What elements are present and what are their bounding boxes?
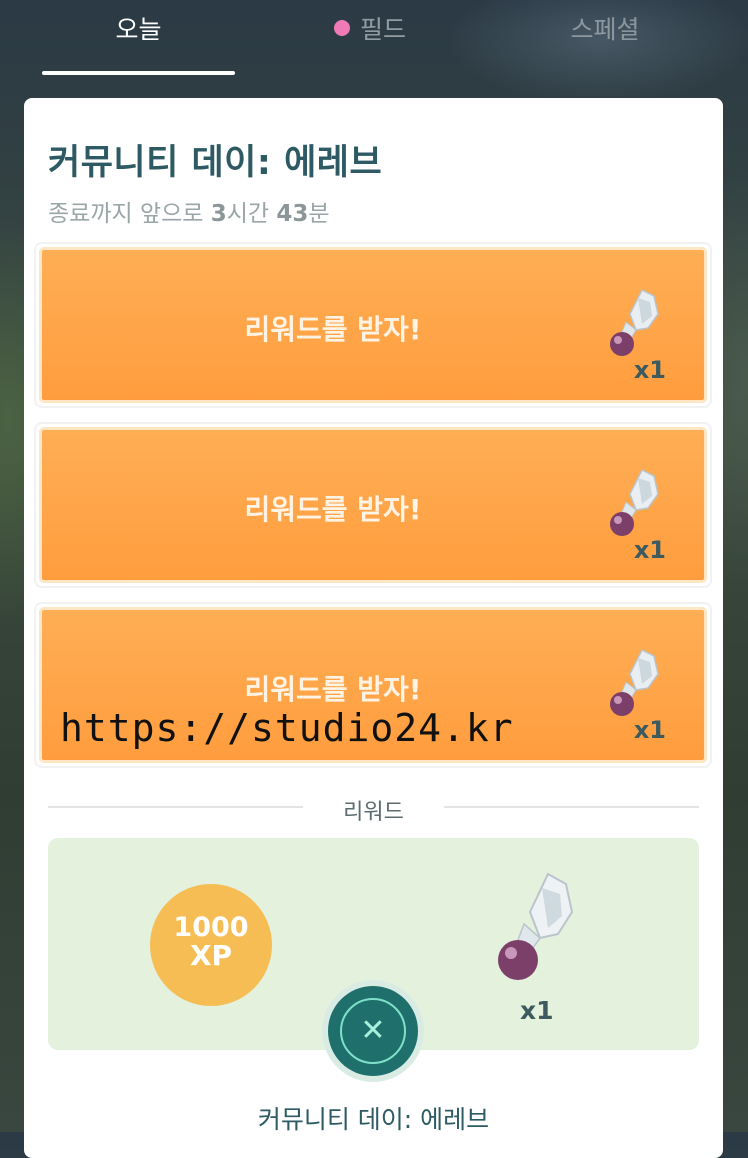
- elite-tm-shard-icon: [498, 872, 574, 980]
- elite-tm-shard-icon: [610, 648, 659, 716]
- notification-dot-icon: [333, 20, 350, 36]
- claim-reward-label: 리워드를 받자!: [244, 493, 422, 526]
- active-tab-indicator: [42, 71, 235, 75]
- time-remaining: 종료까지 앞으로 3시간 43분: [48, 194, 330, 228]
- elite-tm-shard-icon: [610, 468, 659, 536]
- tab-special[interactable]: 스페셜: [510, 10, 700, 50]
- tab-field[interactable]: 필드: [275, 10, 465, 50]
- xp-reward-badge: 1000 XP: [150, 884, 272, 1006]
- tab-bar: 오늘 필드 스페셜: [0, 0, 748, 78]
- time-minutes: 43: [276, 201, 309, 227]
- xp-amount: 1000: [173, 912, 249, 943]
- xp-unit: XP: [189, 939, 233, 972]
- elite-tm-shard-icon: [610, 288, 659, 356]
- claim-reward-label: 리워드를 받자!: [244, 313, 422, 346]
- time-hours: 3: [210, 201, 227, 227]
- rewards-section-label: 리워드: [343, 800, 404, 825]
- tab-field-label: 필드: [359, 15, 406, 44]
- rewards-divider: 리워드: [48, 796, 699, 825]
- research-step-2: 리워드를 받자! x1: [36, 424, 710, 586]
- close-icon: ✕: [360, 1013, 386, 1048]
- watermark-url: https://studio24.kr: [60, 706, 514, 750]
- close-button[interactable]: ✕: [328, 986, 418, 1076]
- research-card: 커뮤니티 데이: 에레브 종료까지 앞으로 3시간 43분 리워드를 받자! x…: [24, 98, 723, 1158]
- footer-event-title: 커뮤니티 데이: 에레브: [257, 1105, 490, 1134]
- claim-reward-label: 리워드를 받자!: [244, 673, 422, 706]
- claim-reward-button-2[interactable]: 리워드를 받자! x1: [39, 427, 707, 583]
- time-minutes-unit: 분: [308, 201, 330, 227]
- research-title: 커뮤니티 데이: 에레브: [48, 143, 383, 183]
- reward-count: x1: [633, 356, 666, 384]
- claim-reward-button-1[interactable]: 리워드를 받자! x1: [39, 247, 707, 403]
- reward-item-count: x1: [520, 996, 554, 1025]
- reward-count: x1: [633, 536, 666, 564]
- tab-today[interactable]: 오늘: [42, 10, 235, 50]
- reward-count: x1: [633, 716, 666, 744]
- research-step-1: 리워드를 받자! x1: [36, 244, 710, 406]
- time-hours-unit: 시간: [226, 201, 277, 227]
- divider-line-right: [444, 806, 699, 808]
- time-prefix: 종료까지 앞으로: [48, 201, 211, 227]
